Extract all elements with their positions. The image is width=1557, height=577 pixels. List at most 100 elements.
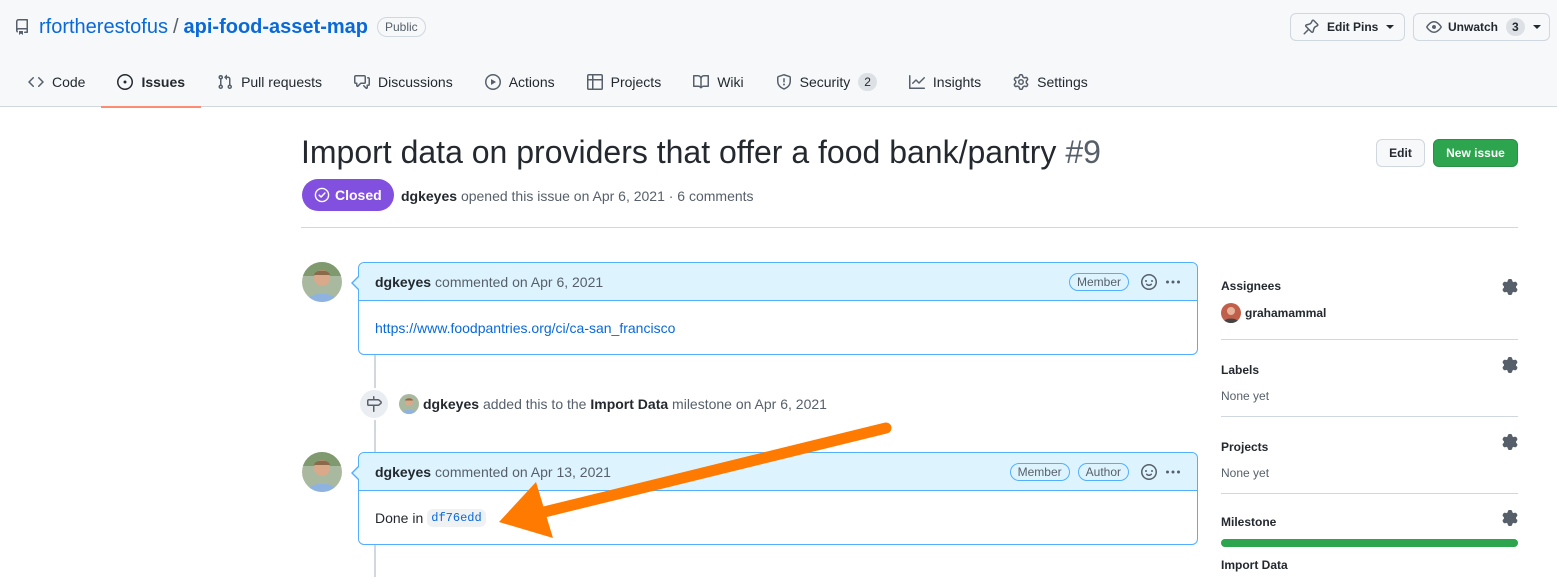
comment-body: https://www.foodpantries.org/ci/ca-san_f… [359,301,1197,354]
git-pull-request-icon [217,74,241,90]
security-count-badge: 2 [858,73,877,91]
event-text: added this to the [482,396,587,412]
issue-title: Import data on providers that offer a fo… [301,134,1101,171]
milestone-progress-track [1221,539,1518,547]
tab-actions[interactable]: Actions [469,57,571,107]
smiley-icon[interactable] [1141,273,1157,290]
assignee-item[interactable]: grahamammal [1221,303,1326,323]
gear-icon[interactable] [1502,434,1518,450]
milestone-progress-bar [1221,539,1518,547]
member-badge: Member [1068,272,1129,291]
issue-opened-icon [117,74,141,90]
tab-label: Insights [932,74,982,90]
tab-label: Discussions [378,74,453,90]
table-icon [586,74,611,90]
tab-label: Settings [1037,74,1088,90]
issue-title-text: Import data on providers that offer a fo… [301,134,1057,170]
shield-icon [776,74,800,90]
graph-icon [908,74,933,90]
unwatch-label: Unwatch [1448,20,1499,34]
eye-icon [1426,19,1442,35]
issue-meta: dgkeyes opened this issue on Apr 6, 2021… [401,188,754,204]
issue-author-link[interactable]: dgkeyes [401,188,457,204]
tab-label: Code [52,74,86,90]
commit-sha-link[interactable]: df76edd [427,508,486,527]
edit-pins-button[interactable]: Edit Pins [1290,13,1405,41]
repo-tabs: Code Issues Pull requests Discussions Ac… [0,57,1104,108]
gear-icon[interactable] [1502,510,1518,526]
projects-heading[interactable]: Projects [1221,440,1268,454]
visibility-badge: Public [376,17,426,37]
comment-author-link[interactable]: dgkeyes [375,274,431,290]
sidebar-assignees: Assignees grahamammal [1221,267,1518,340]
gear-icon[interactable] [1502,279,1518,295]
comment-discussion-icon [354,74,378,90]
event-milestone-link[interactable]: Import Data [590,396,668,412]
tab-insights[interactable]: Insights [893,57,997,107]
comment-link[interactable]: https://www.foodpantries.org/ci/ca-san_f… [375,320,675,336]
gear-icon[interactable] [1502,357,1518,373]
tab-pull-requests[interactable]: Pull requests [201,57,338,107]
labels-heading[interactable]: Labels [1221,363,1259,377]
tab-wiki[interactable]: Wiki [677,57,759,107]
avatar[interactable] [302,452,342,492]
issue-number: #9 [1065,134,1101,170]
kebab-horizontal-icon[interactable] [1165,274,1181,290]
edit-issue-button[interactable]: Edit [1376,139,1425,167]
book-icon [693,74,717,90]
tab-security[interactable]: Security 2 [760,57,893,107]
timeline-event-milestone: dgkeyes added this to the Import Data mi… [358,388,827,420]
tab-label: Issues [141,74,186,90]
projects-value: None yet [1221,466,1270,480]
unwatch-button[interactable]: Unwatch 3 [1413,13,1550,41]
gear-icon [1013,74,1037,90]
repo-header: rfortherestofus / api-food-asset-map Pub… [0,0,1557,108]
tab-label: Projects [610,74,662,90]
comment-header: dgkeyes commented on Apr 13, 2021 Member… [359,453,1197,491]
member-badge: Member [1009,462,1070,481]
chevron-down-icon [1532,25,1541,29]
issue-state-badge: Closed [302,179,394,211]
smiley-icon[interactable] [1141,463,1157,480]
new-issue-button[interactable]: New issue [1433,139,1518,167]
tab-label: Actions [508,74,555,90]
assignees-heading[interactable]: Assignees [1221,279,1281,293]
repo-owner-link[interactable]: rfortherestofus [39,16,168,39]
tab-discussions[interactable]: Discussions [338,57,469,107]
edit-pins-label: Edit Pins [1327,20,1379,34]
comment-timestamp[interactable]: commented on Apr 13, 2021 [435,464,611,480]
comment-body: Done in df76edd [359,491,1197,544]
tab-settings[interactable]: Settings [997,57,1104,107]
pin-icon [1303,19,1319,35]
event-actor-link[interactable]: dgkeyes [423,396,479,412]
sidebar-labels: Labels None yet [1221,340,1518,417]
repo-icon [14,19,30,35]
tab-projects[interactable]: Projects [571,57,678,107]
header-divider [301,227,1518,228]
issue-sidebar: Assignees grahamammal Labels None yet Pr… [1221,267,1518,577]
code-icon [28,74,52,90]
comment-author-link[interactable]: dgkeyes [375,464,431,480]
sidebar-milestone: Milestone Import Data [1221,494,1518,577]
kebab-horizontal-icon[interactable] [1165,464,1181,480]
watch-count: 3 [1506,18,1525,36]
tab-code[interactable]: Code [0,57,101,107]
comment-text: Done in [375,509,424,526]
tab-issues[interactable]: Issues [101,57,201,108]
sidebar-projects: Projects None yet [1221,417,1518,494]
play-icon [484,74,509,90]
milestone-name[interactable]: Import Data [1221,558,1288,572]
tab-label: Pull requests [241,74,322,90]
author-badge: Author [1077,462,1129,481]
avatar[interactable] [302,262,342,302]
repo-name-link[interactable]: api-food-asset-map [184,16,368,39]
event-text-after: milestone on Apr 6, 2021 [672,396,827,412]
comment-header: dgkeyes commented on Apr 6, 2021 Member [359,263,1197,301]
milestone-heading[interactable]: Milestone [1221,515,1276,529]
comment-timestamp[interactable]: commented on Apr 6, 2021 [435,274,603,290]
avatar[interactable] [399,394,419,414]
assignee-name: grahamammal [1245,306,1327,320]
tab-label: Wiki [717,74,744,90]
repo-title: rfortherestofus / api-food-asset-map Pub… [14,14,426,40]
tab-label: Security [799,74,851,90]
